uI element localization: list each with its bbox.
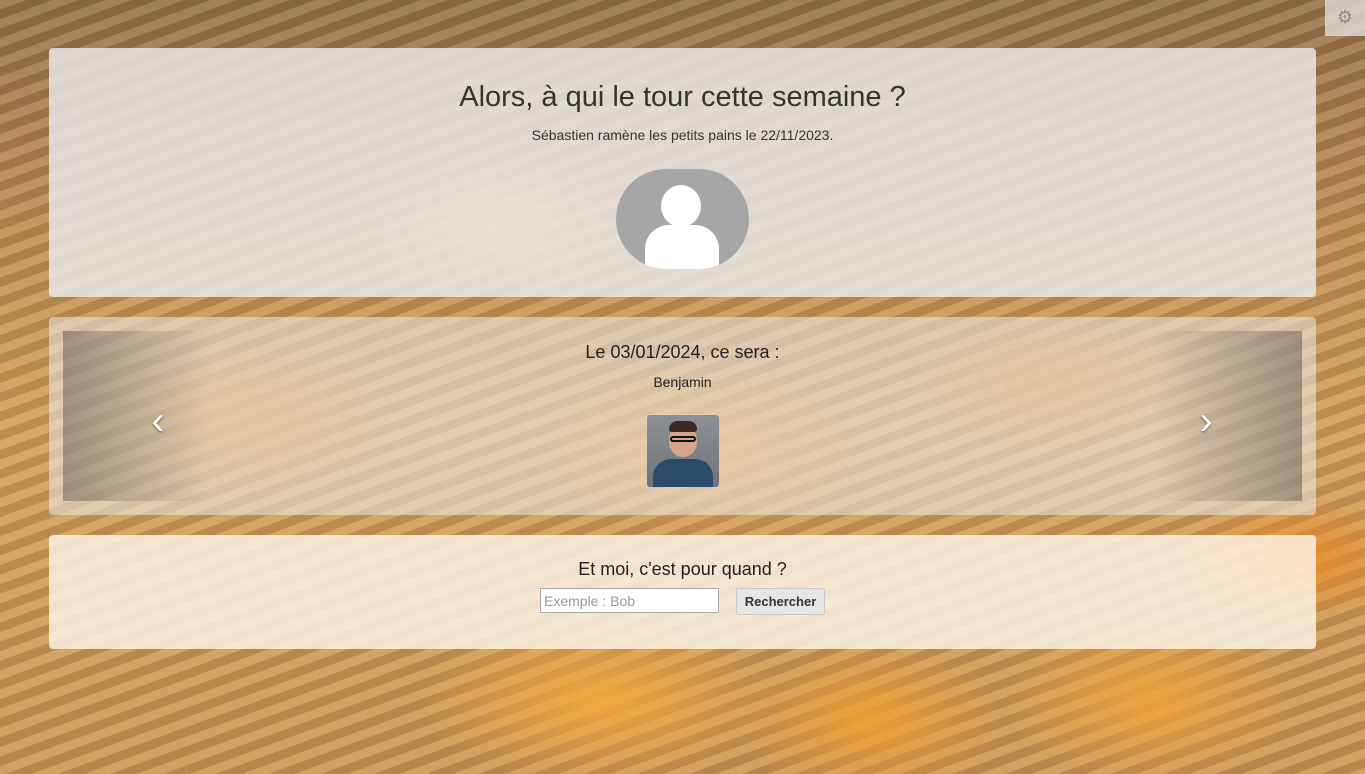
carousel-next-button[interactable]: › bbox=[1191, 401, 1221, 443]
search-input[interactable] bbox=[540, 588, 719, 613]
carousel-prev-button[interactable]: ‹ bbox=[143, 401, 173, 443]
slide-person-name: Benjamin bbox=[653, 374, 712, 390]
upcoming-card: Le 03/01/2024, ce sera : Benjamin ‹ › bbox=[49, 317, 1316, 515]
current-turn-card: Alors, à qui le tour cette semaine ? Séb… bbox=[49, 48, 1316, 297]
user-placeholder-icon bbox=[616, 169, 749, 269]
chevron-right-icon: › bbox=[1199, 399, 1213, 443]
search-card: Et moi, c'est pour quand ? Rechercher bbox=[49, 535, 1316, 649]
settings-button[interactable]: ⚙ bbox=[1325, 0, 1365, 36]
chevron-left-icon: ‹ bbox=[151, 399, 165, 443]
current-turn-text: Sébastien ramène les petits pains le 22/… bbox=[531, 127, 834, 143]
person-photo bbox=[647, 415, 719, 487]
gear-icon: ⚙ bbox=[1336, 7, 1354, 27]
page-title: Alors, à qui le tour cette semaine ? bbox=[459, 81, 906, 113]
slide-date-title: Le 03/01/2024, ce sera : bbox=[585, 342, 780, 362]
upcoming-carousel: Le 03/01/2024, ce sera : Benjamin ‹ › bbox=[63, 331, 1302, 501]
search-button[interactable]: Rechercher bbox=[736, 588, 825, 615]
search-title: Et moi, c'est pour quand ? bbox=[578, 559, 787, 579]
